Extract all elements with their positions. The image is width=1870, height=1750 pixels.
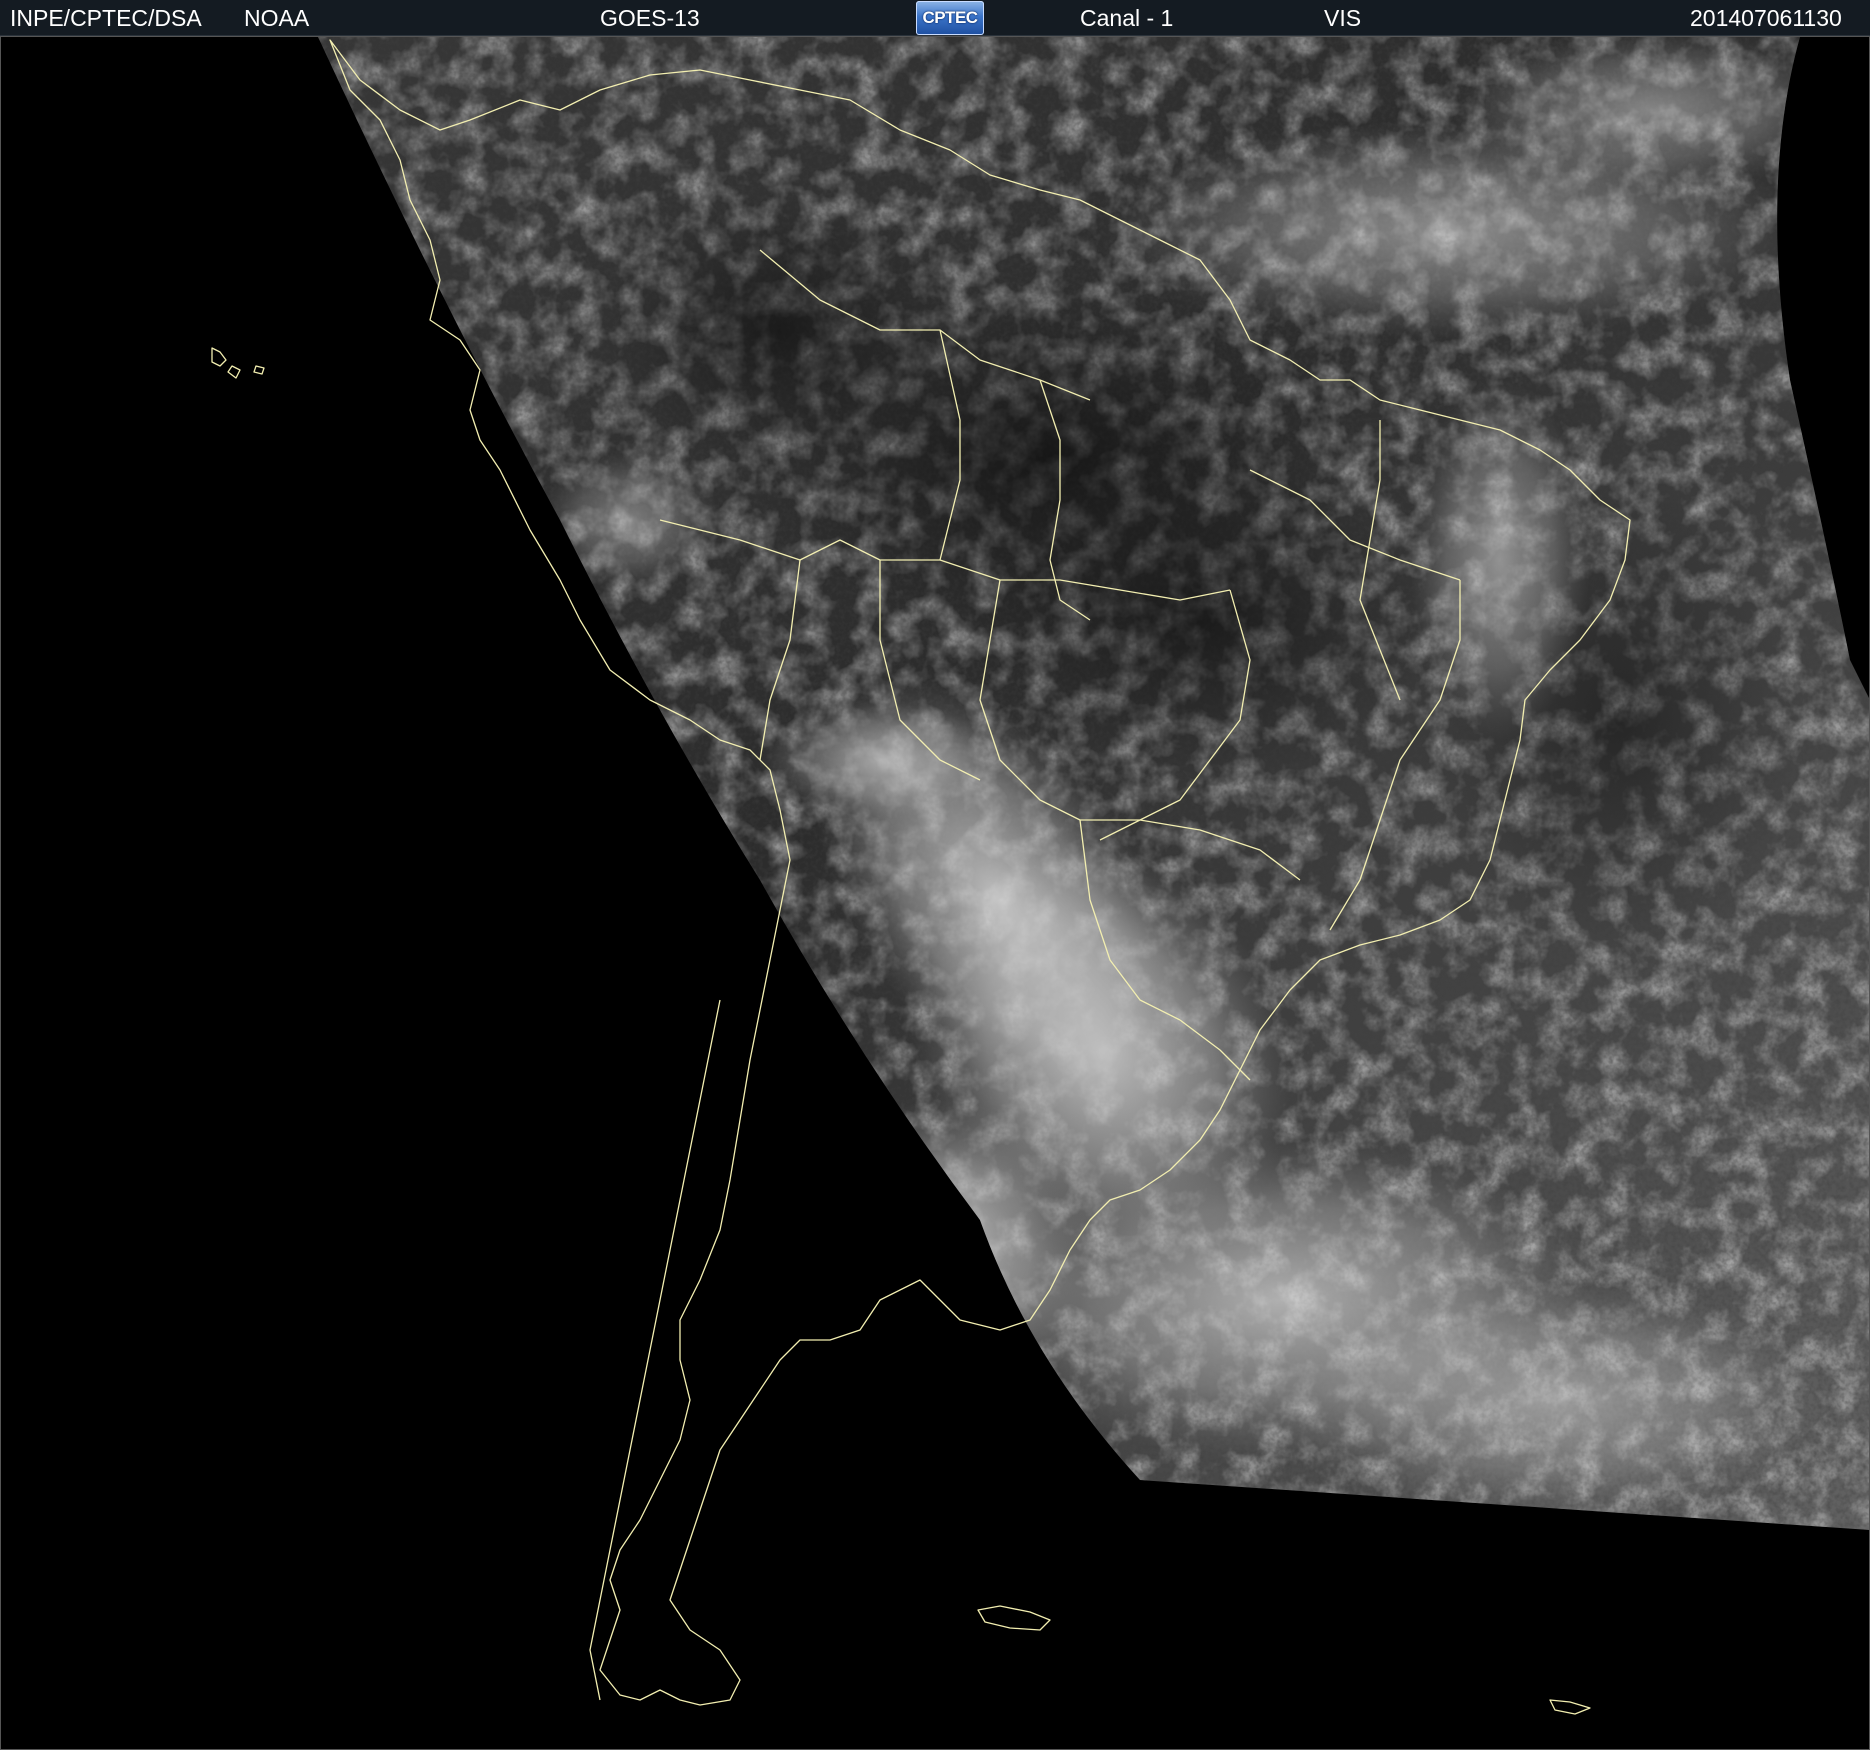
band-label: VIS xyxy=(1324,5,1362,31)
earth-disk xyxy=(318,37,1870,1530)
satellite-label: GOES-13 xyxy=(600,5,700,31)
partner-label: NOAA xyxy=(244,5,310,31)
satellite-imagery xyxy=(211,37,1870,1715)
image-header-bar: INPE/CPTEC/DSA NOAA GOES-13 CPTEC Canal … xyxy=(0,0,1870,36)
cptec-logo: CPTEC xyxy=(916,1,984,35)
satellite-image-frame: INPE/CPTEC/DSA NOAA GOES-13 CPTEC Canal … xyxy=(0,0,1870,1750)
cptec-logo-text: CPTEC xyxy=(922,8,978,27)
timestamp-label: 201407061130 xyxy=(1690,5,1842,31)
channel-label: Canal - 1 xyxy=(1080,5,1174,31)
agency-label: INPE/CPTEC/DSA xyxy=(10,5,202,31)
